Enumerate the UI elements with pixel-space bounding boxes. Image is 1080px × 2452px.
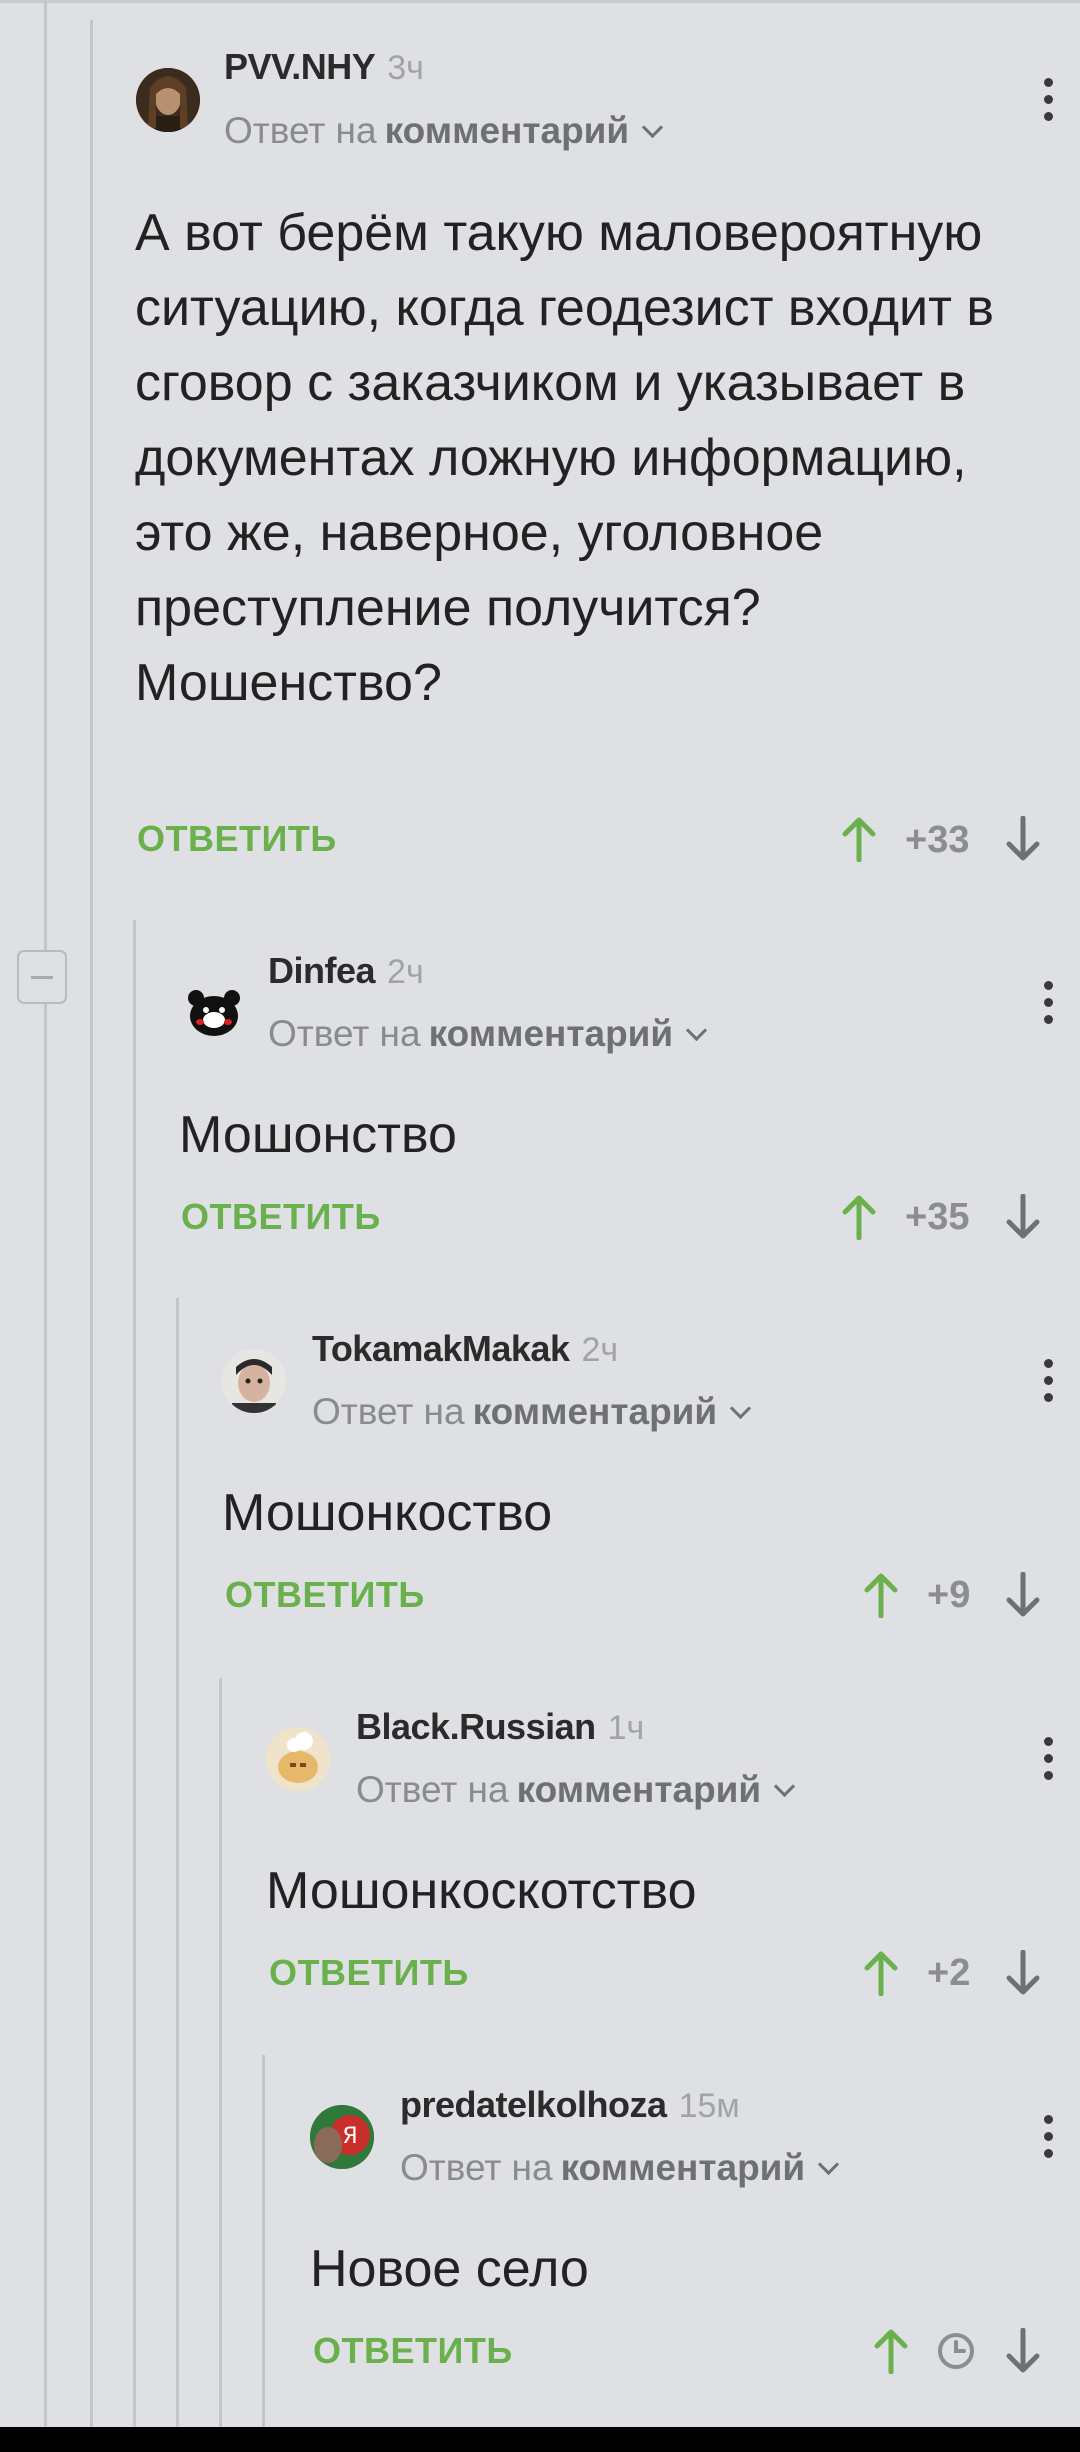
reply-to-link[interactable]: Ответ на комментарий (268, 1013, 708, 1055)
reply-button[interactable]: ОТВЕТИТЬ (181, 1196, 381, 1238)
thread-line (219, 1678, 222, 2427)
avatar[interactable] (222, 1349, 286, 1413)
kebab-icon[interactable] (1042, 1359, 1054, 1403)
reply-button[interactable]: ОТВЕТИТЬ (225, 1574, 425, 1616)
system-nav-bar (0, 2427, 1080, 2452)
arrow-down-icon[interactable] (1006, 2328, 1040, 2374)
kebab-icon[interactable] (1042, 1737, 1054, 1781)
reply-button[interactable]: ОТВЕТИТЬ (313, 2330, 513, 2372)
comment-time: 2ч (387, 953, 424, 991)
thread-line (133, 920, 136, 2427)
author-name[interactable]: Black.Russian 1ч (356, 1706, 644, 1748)
arrow-up-icon[interactable] (864, 1950, 898, 1996)
chevron-down-icon (730, 1397, 752, 1420)
reply-to-link[interactable]: Ответ на комментарий (356, 1769, 796, 1811)
thread-line (176, 1298, 179, 2427)
arrow-up-icon[interactable] (864, 1572, 898, 1618)
author-name[interactable]: Dinfea 2ч (268, 950, 424, 992)
collapse-icon[interactable] (17, 950, 67, 1004)
comment-body: А вот берём такую маловероятную ситуацию… (135, 204, 994, 712)
reply-to-link[interactable]: Ответ на комментарий (312, 1391, 752, 1433)
author-name[interactable]: predatelkolhoza 15м (400, 2084, 740, 2126)
avatar[interactable] (182, 980, 246, 1044)
arrow-up-icon[interactable] (874, 2328, 908, 2374)
rating-score: +33 (905, 819, 970, 861)
reply-to-link[interactable]: Ответ на комментарий (400, 2147, 840, 2189)
svg-text:Я: Я (342, 2124, 357, 2149)
thread-line (44, 0, 47, 2427)
arrow-up-icon[interactable] (842, 1194, 876, 1240)
comment-body: Мошонство (179, 1106, 457, 1164)
avatar[interactable] (136, 68, 200, 132)
comment-body: Новое село (310, 2240, 589, 2298)
thread-line (90, 20, 93, 2427)
arrow-down-icon[interactable] (1006, 816, 1040, 862)
comment-body: Мошонкоство (222, 1484, 553, 1542)
comment-body: Мошонкоскотство (266, 1862, 697, 1920)
arrow-up-icon[interactable] (842, 816, 876, 862)
reply-button[interactable]: ОТВЕТИТЬ (137, 818, 337, 860)
author-name[interactable]: TokamakMakak 2ч (312, 1328, 618, 1370)
rating-score: +2 (927, 1952, 971, 1994)
clock-icon (938, 2333, 974, 2369)
author-name[interactable]: PVV.NHY 3ч (224, 46, 424, 88)
comment-time: 1ч (607, 1709, 645, 1747)
avatar[interactable]: Я (310, 2105, 374, 2169)
arrow-down-icon[interactable] (1006, 1950, 1040, 1996)
thread-line (262, 2055, 265, 2427)
kebab-icon[interactable] (1042, 78, 1054, 122)
chevron-down-icon (774, 1775, 796, 1798)
rating-score: +35 (905, 1196, 970, 1238)
rating-score: +9 (927, 1574, 971, 1616)
chevron-down-icon (818, 2153, 840, 2176)
chevron-down-icon (642, 116, 664, 139)
comment-time: 15м (678, 2087, 740, 2125)
kebab-icon[interactable] (1042, 981, 1054, 1025)
reply-to-link[interactable]: Ответ на комментарий (224, 110, 664, 152)
arrow-down-icon[interactable] (1006, 1572, 1040, 1618)
chevron-down-icon (686, 1019, 708, 1042)
arrow-down-icon[interactable] (1006, 1194, 1040, 1240)
kebab-icon[interactable] (1042, 2115, 1054, 2159)
top-divider (0, 0, 1080, 3)
comment-time: 3ч (387, 49, 424, 87)
comment-time: 2ч (581, 1331, 619, 1369)
avatar[interactable] (266, 1727, 330, 1791)
reply-button[interactable]: ОТВЕТИТЬ (269, 1952, 469, 1994)
